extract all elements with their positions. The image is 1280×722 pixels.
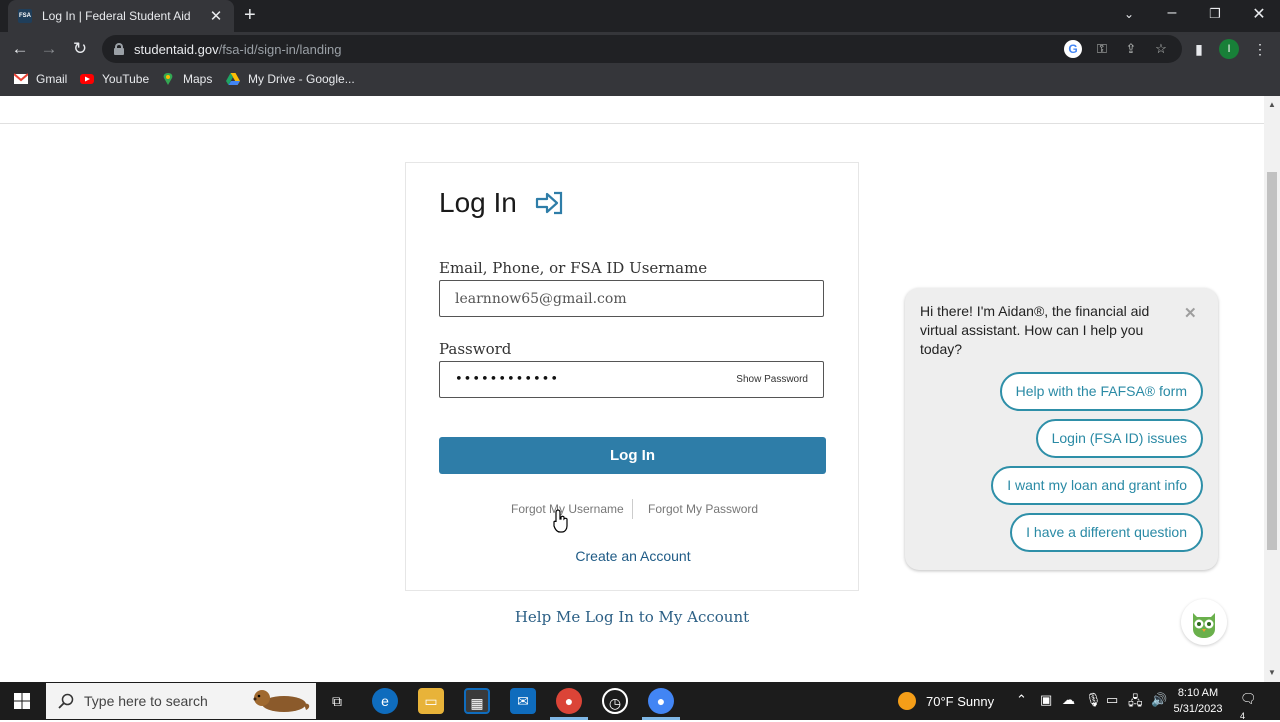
login-title: Log In	[439, 187, 517, 218]
owl-chat-launcher[interactable]	[1181, 599, 1227, 645]
bookmark-label: YouTube	[102, 72, 150, 86]
scroll-thumb[interactable]	[1267, 172, 1277, 550]
file-explorer-icon[interactable]: ▭	[418, 688, 444, 714]
minimize-icon[interactable]: –	[1160, 4, 1184, 22]
address-bar[interactable]: studentaid.gov/fsa-id/sign-in/landing G …	[102, 35, 1182, 63]
owl-icon	[1184, 602, 1224, 642]
notification-center-icon[interactable]: 🗨4	[1240, 691, 1260, 721]
key-icon[interactable]: ⚿	[1092, 39, 1112, 59]
reload-icon[interactable]: ↻	[69, 38, 91, 60]
mail-icon[interactable]: ✉	[510, 688, 536, 714]
maps-icon	[163, 73, 173, 85]
url-domain: studentaid.gov	[134, 41, 219, 57]
fsa-favicon-icon: FSA	[18, 9, 32, 23]
bookmark-star-icon[interactable]: ☆	[1151, 39, 1171, 59]
chrome-icon[interactable]: ●	[556, 688, 582, 714]
browser-toolbar: ← → ↻ studentaid.gov/fsa-id/sign-in/land…	[0, 32, 1280, 66]
gmail-icon	[14, 73, 28, 84]
sign-in-arrow-icon	[535, 191, 562, 215]
bookmark-label: Gmail	[36, 72, 68, 86]
scroll-up-icon[interactable]: ▲	[1264, 98, 1280, 112]
chat-close-icon[interactable]: ✕	[1184, 304, 1197, 322]
new-tab-icon[interactable]: +	[244, 5, 256, 25]
forgot-password-link[interactable]: Forgot My Password	[648, 502, 758, 516]
share-icon[interactable]: ⇪	[1121, 39, 1141, 59]
lock-icon	[114, 43, 124, 55]
sun-icon	[898, 692, 916, 710]
create-account-link[interactable]: Create an Account	[406, 548, 860, 564]
browser-tab[interactable]: FSA Log In | Federal Student Aid ✕	[8, 0, 234, 32]
chat-option-login[interactable]: Login (FSA ID) issues	[1035, 419, 1203, 458]
bookmarks-bar: Gmail YouTube Maps My Drive - Google...	[0, 66, 1280, 96]
weather-text: 70°F Sunny	[926, 693, 995, 709]
password-input[interactable]: •••••••••••• Show Password	[439, 361, 824, 398]
clock-date: 5/31/2023	[1173, 703, 1223, 715]
scroll-down-icon[interactable]: ▼	[1264, 666, 1280, 680]
google-lens-icon[interactable]: G	[1064, 40, 1082, 58]
username-label: Email, Phone, or FSA ID Username	[439, 259, 708, 277]
page-scrollbar[interactable]: ▲ ▼	[1264, 96, 1280, 682]
login-card: Log In Email, Phone, or FSA ID Username …	[405, 162, 859, 591]
otter-search-highlight-icon	[253, 690, 310, 712]
windows-taskbar: Type here to search ⧉ e ▭ ▦ ✉ ● ◷ ● 70°F…	[0, 682, 1280, 721]
web-page: Log In Email, Phone, or FSA ID Username …	[0, 96, 1280, 682]
tab-search-chevron-icon[interactable]: ⌄	[1117, 7, 1141, 21]
microsoft-store-icon[interactable]: ▦	[464, 688, 490, 714]
menu-kebab-icon[interactable]: ⋮	[1251, 40, 1269, 58]
youtube-icon	[80, 74, 94, 84]
restore-icon[interactable]: ❐	[1203, 6, 1227, 22]
page-title: Log In	[439, 187, 565, 219]
help-login-link[interactable]: Help Me Log In to My Account	[405, 608, 859, 626]
bookmark-gmail[interactable]: Gmail	[14, 72, 67, 86]
bookmark-label: Maps	[183, 72, 213, 86]
battery-icon[interactable]: ▭	[1106, 692, 1118, 708]
back-arrow-icon[interactable]: ←	[9, 38, 31, 60]
task-view-icon[interactable]: ⧉	[324, 688, 350, 714]
forward-arrow-icon[interactable]: →	[38, 38, 60, 60]
network-icon[interactable]: 🖧	[1128, 692, 1143, 714]
screen-recorder-icon[interactable]: ◷	[602, 688, 628, 714]
chrome-active-icon[interactable]: ●	[648, 688, 674, 714]
meet-now-icon[interactable]: ▣	[1040, 692, 1052, 708]
bookmark-my-drive[interactable]: My Drive - Google...	[226, 72, 355, 86]
profile-avatar[interactable]: I	[1219, 39, 1239, 59]
username-input[interactable]: learnnow65@gmail.com	[439, 280, 824, 317]
username-value: learnnow65@gmail.com	[455, 290, 627, 307]
taskbar-clock[interactable]: 8:10 AM 5/31/2023	[1170, 685, 1226, 717]
password-value: ••••••••••••	[455, 372, 560, 387]
url-path: /fsa-id/sign-in/landing	[218, 41, 342, 57]
microphone-icon[interactable]: 🎙	[1085, 692, 1102, 708]
show-password-button[interactable]: Show Password	[736, 374, 808, 385]
link-divider	[632, 499, 633, 519]
bookmark-label: My Drive - Google...	[248, 72, 355, 86]
header-divider	[0, 123, 1264, 124]
chat-greeting: Hi there! I'm Aidan®, the financial aid …	[920, 303, 1150, 357]
chat-option-fafsa[interactable]: Help with the FAFSA® form	[999, 372, 1203, 411]
edge-browser-icon[interactable]: e	[372, 688, 398, 714]
tray-chevron-up-icon[interactable]: ⌃	[1016, 692, 1027, 708]
clock-time: 8:10 AM	[1177, 687, 1219, 699]
tab-close-icon[interactable]: ✕	[208, 7, 224, 25]
chat-option-loan-grant[interactable]: I want my loan and grant info	[991, 466, 1203, 505]
windows-start-icon[interactable]	[14, 693, 30, 709]
browser-tabstrip: FSA Log In | Federal Student Aid ✕ + ⌄ –…	[0, 0, 1280, 32]
password-label: Password	[439, 340, 512, 358]
volume-icon[interactable]: 🔊	[1151, 692, 1167, 708]
chat-option-other[interactable]: I have a different question	[1010, 513, 1203, 552]
window-close-icon[interactable]: ✕	[1247, 4, 1271, 24]
google-drive-icon	[226, 73, 240, 85]
tab-title: Log In | Federal Student Aid	[42, 9, 191, 23]
bookmark-youtube[interactable]: YouTube	[80, 72, 149, 86]
onedrive-cloud-icon[interactable]: ☁	[1062, 692, 1075, 708]
hand-cursor-icon	[553, 509, 568, 533]
side-panel-icon[interactable]: ▮	[1190, 40, 1208, 58]
chat-assistant-panel: Hi there! I'm Aidan®, the financial aid …	[905, 288, 1218, 570]
search-icon	[58, 693, 74, 709]
weather-widget[interactable]: 70°F Sunny	[898, 692, 994, 710]
login-button[interactable]: Log In	[439, 437, 826, 474]
bookmark-maps[interactable]: Maps	[161, 72, 212, 86]
search-placeholder: Type here to search	[84, 693, 208, 709]
